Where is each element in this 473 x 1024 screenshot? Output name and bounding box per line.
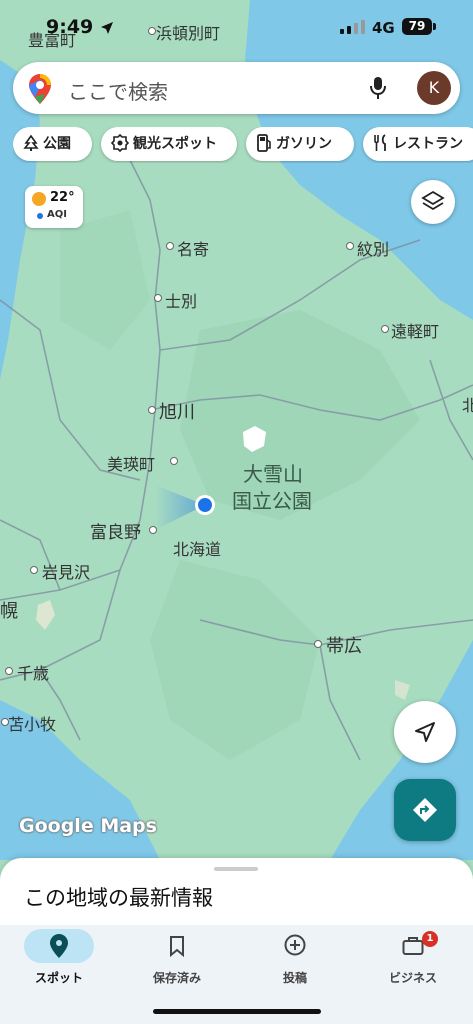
bookmark-icon [170,936,184,957]
battery-tip [433,23,436,30]
aqi-label: AQI [47,209,67,220]
gas-pump-icon [257,133,271,152]
place-label-shibetsu[interactable]: 士別 [165,288,197,312]
weather-widget[interactable]: 22° AQI [25,186,83,228]
place-dot [5,667,13,675]
network-type: 4G [372,19,395,37]
nav-label: スポット [34,971,83,985]
place-label-engaru[interactable]: 遠軽町 [391,318,439,342]
place-dot [314,640,322,648]
nav-label: ビジネス [388,971,437,985]
place-dot [381,325,389,333]
place-label-nayoro[interactable]: 名寄 [177,236,209,260]
category-chips: 公園 観光スポット ガソリン レストラン [13,127,473,163]
current-location-dot [198,498,212,512]
directions-icon [413,798,437,822]
place-dot [30,566,38,574]
place-label-kita[interactable]: 北 [462,392,473,416]
home-indicator [153,1009,321,1014]
place-label-biei[interactable]: 美瑛町 [107,451,155,475]
location-arrow-icon [100,21,113,34]
chip-gas[interactable]: ガソリン [246,127,354,161]
place-label-daisetsuzan[interactable]: 大雪山 [243,458,303,487]
avatar[interactable]: K [417,71,451,105]
layers-button[interactable] [411,180,455,224]
place-label-chitose[interactable]: 千歳 [17,660,49,684]
place-label-iwamizawa[interactable]: 岩見沢 [42,559,90,583]
temperature: 22° [50,190,75,205]
my-location-button[interactable] [394,701,456,763]
region-label-hokkaido: 北海道 [173,540,222,559]
aqi-status-dot [37,213,43,219]
place-dot [166,242,174,250]
nav-tab-explore[interactable]: スポット [0,925,118,1005]
sheet-title: この地域の最新情報 [24,886,213,910]
nav-tab-saved[interactable]: 保存済み [118,925,236,1005]
plus-circle-icon [284,934,306,956]
place-label-monbetsu[interactable]: 紋別 [357,236,389,260]
place-dot [149,526,157,534]
directions-button[interactable] [394,779,456,841]
nav-tab-contribute[interactable]: 投稿 [236,925,354,1005]
search-input[interactable]: ここで検索 [68,76,168,105]
google-maps-pin-logo-icon [29,74,51,104]
place-dot [148,27,156,35]
tree-icon [23,134,39,151]
location-pin-icon [50,934,68,958]
cellular-signal-icon [340,20,365,34]
navigation-arrow-icon [415,722,435,742]
microphone-icon[interactable] [369,76,387,100]
top-place-label: 浜頓別町 [156,24,221,43]
status-time: 9:49 [46,16,114,38]
nav-label: 投稿 [282,971,307,985]
place-label-obihiro[interactable]: 帯広 [326,632,362,658]
search-bar[interactable]: ここで検索 K [13,62,460,114]
place-label-furano[interactable]: 富良野 [90,518,141,543]
battery-icon: 79 [402,18,432,35]
place-label-asahikawa[interactable]: 旭川 [159,398,195,424]
place-dot [170,457,178,465]
notification-badge: 1 [422,931,438,947]
place-label-ho[interactable]: 幌 [0,597,18,623]
chip-parks[interactable]: 公園 [13,127,92,161]
chip-tourist-spots[interactable]: 観光スポット [101,127,237,161]
chip-restaurants[interactable]: レストラン [363,127,473,161]
fork-knife-icon [374,133,386,151]
layers-icon [421,190,445,211]
sun-icon [32,192,46,206]
camera-icon [110,133,130,152]
google-maps-watermark: Google Maps [19,815,157,837]
place-dot [148,406,156,414]
place-dot [154,294,162,302]
nav-tab-business[interactable]: 1 ビジネス [354,925,472,1005]
briefcase-icon [402,937,424,955]
sheet-drag-handle[interactable] [214,867,258,871]
place-label-tomakomai[interactable]: 苫小牧 [8,711,56,735]
place-label-national-park[interactable]: 国立公園 [232,485,312,514]
nav-label: 保存済み [152,971,201,985]
place-dot [346,242,354,250]
status-bar: 豊富町 9:49 浜頓別町 4G 79 [0,0,473,52]
